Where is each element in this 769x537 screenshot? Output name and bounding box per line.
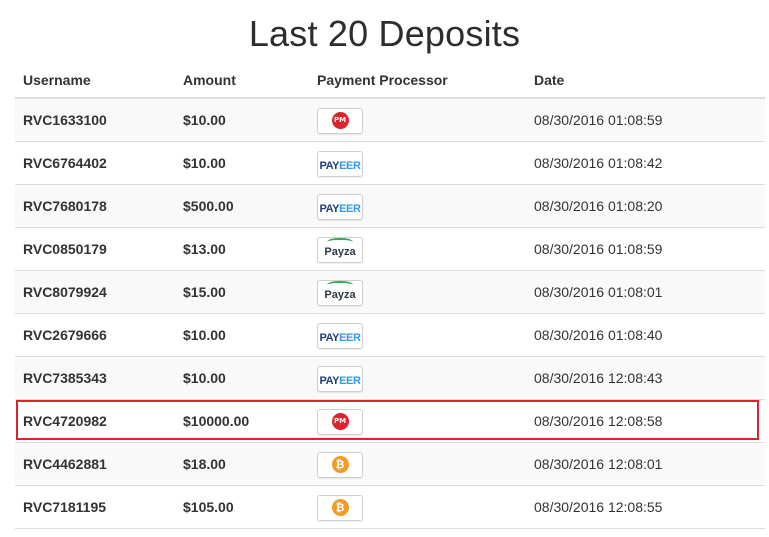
payza-logo-text: Payza	[324, 280, 356, 305]
amount-cell: $15.00	[175, 270, 309, 314]
date-cell: 08/30/2016 12:08:58	[526, 399, 765, 443]
perfect-money-logo-icon: PM	[317, 107, 363, 134]
payeer-logo-text-a: PAY	[319, 159, 340, 172]
payment-processor-cell: ₿	[309, 485, 526, 529]
amount-cell: $500.00	[175, 184, 309, 228]
header-payment-processor: Payment Processor	[309, 62, 526, 99]
username-cell: RVC7680178	[15, 184, 175, 228]
payment-processor-cell: ₿	[309, 442, 526, 486]
bitcoin-logo-mark: ₿	[331, 499, 349, 517]
amount-cell: $10.00	[175, 98, 309, 142]
payeer-logo-icon: PAYEER	[317, 365, 363, 392]
amount-cell: $10.00	[175, 356, 309, 400]
payeer-logo-text-b: EER	[339, 374, 361, 387]
payeer-logo-text: PAYEER	[319, 332, 360, 344]
table-row: RVC7385343 $10.00 PAYEER 08/30/2016 12:08:4…	[15, 356, 765, 400]
table-row: RVC6764402 $10.00 PAYEER 08/30/2016 01:08:4…	[15, 141, 765, 185]
payment-processor-cell: PAYEER	[309, 184, 526, 228]
table-row: RVC4462881 $18.00 ₿ 08/30/2016 12:08:01	[15, 442, 765, 486]
payeer-logo-text-a: PAY	[319, 374, 340, 387]
username-cell: RVC8079924	[15, 270, 175, 314]
amount-cell: $10.00	[175, 141, 309, 185]
username-cell: RVC4720982	[15, 399, 175, 443]
payment-processor-cell: Payza	[309, 270, 526, 314]
bitcoin-logo-icon: ₿	[317, 451, 363, 478]
payeer-logo-text-b: EER	[339, 331, 361, 344]
deposits-table: Username Amount Payment Processor Date R…	[15, 62, 765, 529]
payeer-logo-text-b: EER	[339, 202, 361, 215]
payeer-logo-text-b: EER	[339, 159, 361, 172]
payment-processor-cell: PM	[309, 98, 526, 142]
payeer-logo-text: PAYEER	[319, 160, 360, 172]
date-cell: 08/30/2016 12:08:55	[526, 485, 765, 529]
table-row: RVC0850179 $13.00 Payza 08/30/2016 01:08:59	[15, 227, 765, 271]
payment-processor-cell: PAYEER	[309, 313, 526, 357]
payment-processor-cell: PAYEER	[309, 141, 526, 185]
amount-cell: $10.00	[175, 313, 309, 357]
date-cell: 08/30/2016 12:08:43	[526, 356, 765, 400]
payza-logo-icon: Payza	[317, 236, 363, 263]
payeer-logo-text-a: PAY	[319, 331, 340, 344]
payeer-logo-text-a: PAY	[319, 202, 340, 215]
date-cell: 08/30/2016 01:08:01	[526, 270, 765, 314]
table-row: RVC7181195 $105.00 ₿ 08/30/2016 12:08:55	[15, 485, 765, 529]
username-cell: RVC6764402	[15, 141, 175, 185]
bitcoin-logo-mark: ₿	[331, 456, 349, 474]
header-username: Username	[15, 62, 175, 99]
header-amount: Amount	[175, 62, 309, 99]
table-row: RVC4720982 $10000.00 PM 08/30/2016 12:08:58	[15, 399, 765, 443]
payza-logo-icon: Payza	[317, 279, 363, 306]
payeer-logo-icon: PAYEER	[317, 193, 363, 220]
payment-processor-cell: Payza	[309, 227, 526, 271]
bitcoin-logo-icon: ₿	[317, 494, 363, 521]
payeer-logo-icon: PAYEER	[317, 150, 363, 177]
pm-logo-mark: PM	[331, 413, 349, 431]
username-cell: RVC0850179	[15, 227, 175, 271]
amount-cell: $18.00	[175, 442, 309, 486]
perfect-money-logo-icon: PM	[317, 408, 363, 435]
amount-cell: $13.00	[175, 227, 309, 271]
amount-cell: $10000.00	[175, 399, 309, 443]
amount-cell: $105.00	[175, 485, 309, 529]
payment-processor-cell: PM	[309, 399, 526, 443]
username-cell: RVC2679666	[15, 313, 175, 357]
date-cell: 08/30/2016 01:08:59	[526, 227, 765, 271]
date-cell: 08/30/2016 01:08:40	[526, 313, 765, 357]
table-row: RVC2679666 $10.00 PAYEER 08/30/2016 01:08:4…	[15, 313, 765, 357]
date-cell: 08/30/2016 01:08:59	[526, 98, 765, 142]
pm-logo-mark: PM	[331, 112, 349, 130]
payeer-logo-icon: PAYEER	[317, 322, 363, 349]
username-cell: RVC4462881	[15, 442, 175, 486]
username-cell: RVC7385343	[15, 356, 175, 400]
payeer-logo-text: PAYEER	[319, 375, 360, 387]
table-row: RVC7680178 $500.00 PAYEER 08/30/2016 01:08:…	[15, 184, 765, 228]
username-cell: RVC1633100	[15, 98, 175, 142]
page-title: Last 20 Deposits	[248, 13, 521, 54]
table-header-row: Username Amount Payment Processor Date	[15, 62, 765, 99]
table-row: RVC1633100 $10.00 PM 08/30/2016 01:08:59	[15, 98, 765, 142]
deposit-rows: RVC1633100 $10.00 PM 08/30/2016 01:08:59 RVC…	[15, 98, 765, 529]
username-cell: RVC7181195	[15, 485, 175, 529]
date-cell: 08/30/2016 01:08:20	[526, 184, 765, 228]
payeer-logo-text: PAYEER	[319, 203, 360, 215]
payment-processor-cell: PAYEER	[309, 356, 526, 400]
date-cell: 08/30/2016 01:08:42	[526, 141, 765, 185]
header-date: Date	[526, 62, 765, 99]
table-row: RVC8079924 $15.00 Payza 08/30/2016 01:08:01	[15, 270, 765, 314]
date-cell: 08/30/2016 12:08:01	[526, 442, 765, 486]
payza-logo-text: Payza	[324, 237, 356, 262]
